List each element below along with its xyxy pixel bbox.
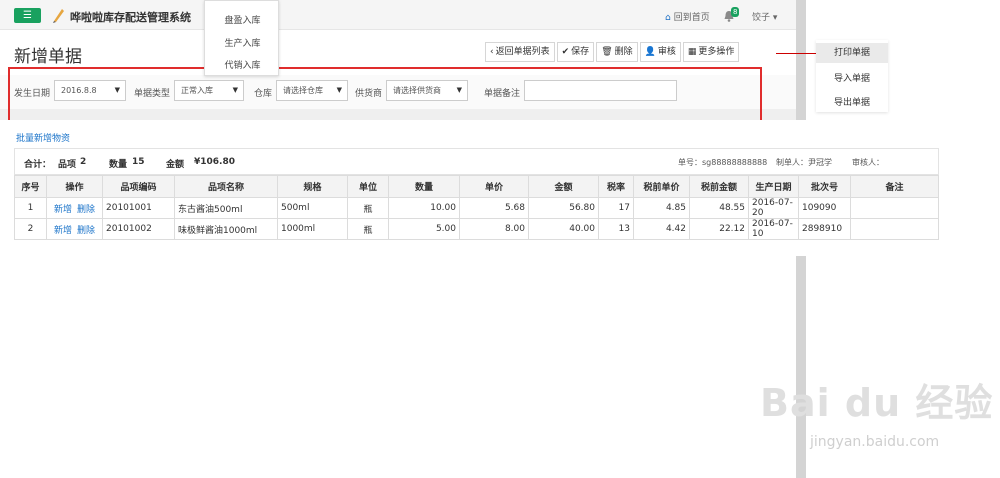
col-header: 数量 xyxy=(388,175,460,198)
cell-code: 20101002 xyxy=(102,218,175,240)
cell-batch[interactable]: 109090 xyxy=(798,197,851,219)
cell-actions: 新增 删除 xyxy=(46,218,103,240)
delete-button[interactable]: 🗑 删除 xyxy=(596,42,638,62)
cell-batch[interactable]: 2898910 xyxy=(798,218,851,240)
cell-actions: 新增 删除 xyxy=(46,197,103,219)
cell-pre-amount: 22.12 xyxy=(689,218,749,240)
cell-name: 味极鲜酱油1000ml xyxy=(174,218,278,240)
menu-item-print[interactable]: 打印单据 xyxy=(816,43,888,63)
qty-value: 15 xyxy=(132,157,145,167)
col-header: 批次号 xyxy=(798,175,851,198)
dropdown-item-surplus-in[interactable]: 盘盈入库 xyxy=(205,13,280,26)
grid-icon: ▦ xyxy=(687,47,697,57)
menu-toggle-button[interactable]: ☰ xyxy=(14,8,41,23)
cell-unit: 瓶 xyxy=(347,197,389,219)
col-header: 规格 xyxy=(277,175,348,198)
col-header: 品项名称 xyxy=(174,175,278,198)
qty-label: 数量 xyxy=(109,160,128,170)
cell-name: 东古酱油500ml xyxy=(174,197,278,219)
col-header: 单位 xyxy=(347,175,389,198)
more-actions-button[interactable]: ▦ 更多操作 xyxy=(682,42,740,62)
row-add-link[interactable]: 新增 xyxy=(54,205,72,215)
save-button[interactable]: ✔ 保存 xyxy=(556,42,595,62)
cell-note[interactable] xyxy=(850,218,939,240)
batch-add-link[interactable]: 批量新增物资 xyxy=(16,131,70,144)
col-header: 税率 xyxy=(598,175,634,198)
cell-code: 20101001 xyxy=(102,197,175,219)
annotation-connector-line xyxy=(776,53,816,54)
table-row: 1 新增 删除 20101001 东古酱油500ml 500ml 瓶 10.00 … xyxy=(14,197,939,219)
baidu-watermark: Bai du 经验 jingyan.baidu.com xyxy=(760,372,994,450)
cell-amount: 40.00 xyxy=(528,218,599,240)
col-header: 序号 xyxy=(14,175,47,198)
maker: 制单人：尹冠学 xyxy=(776,158,832,167)
col-header: 金额 xyxy=(528,175,599,198)
cell-note[interactable] xyxy=(850,197,939,219)
dropdown-item-production-in[interactable]: 生产入库 xyxy=(205,36,280,49)
items-value: 2 xyxy=(80,157,87,167)
top-navbar: ☰ 哗啦啦库存配送管理系统 ⌂ 回到首页 8 饺子 ▾ xyxy=(0,0,796,30)
table-row: 2 新增 删除 20101002 味极鲜酱油1000ml 1000ml 瓶 5.0… xyxy=(14,218,939,240)
chevron-left-icon: ‹ xyxy=(490,47,494,57)
dropdown-item-consignment-in[interactable]: 代销入库 xyxy=(205,58,280,71)
row-add-link[interactable]: 新增 xyxy=(54,226,72,236)
cell-pre-price: 4.42 xyxy=(633,218,690,240)
cell-amount: 56.80 xyxy=(528,197,599,219)
app-title: 哗啦啦库存配送管理系统 xyxy=(70,11,191,24)
col-header: 税前金额 xyxy=(689,175,749,198)
total-label: 合计： xyxy=(24,160,52,170)
items-table: 序号 操作 品项编码 品项名称 规格 单位 数量 单价 金额 税率 税前单价 税… xyxy=(14,175,939,240)
cell-qty[interactable]: 10.00 xyxy=(388,197,460,219)
watermark-logo-text: Bai du 经验 xyxy=(760,381,994,425)
home-link[interactable]: ⌂ 回到首页 xyxy=(665,10,710,23)
watermark-url: jingyan.baidu.com xyxy=(810,434,940,450)
row-delete-link[interactable]: 删除 xyxy=(77,205,95,215)
cell-pre-price: 4.85 xyxy=(633,197,690,219)
action-toolbar: ‹ 返回单据列表 ✔ 保存 🗑 删除 👤 审核 ▦ 更多操作 xyxy=(485,42,740,62)
cell-no: 1 xyxy=(14,197,47,219)
col-header: 税前单价 xyxy=(633,175,690,198)
cell-price[interactable]: 5.68 xyxy=(459,197,529,219)
cell-qty[interactable]: 5.00 xyxy=(388,218,460,240)
page-title: 新增单据 xyxy=(14,47,82,67)
stock-in-dropdown: 盘盈入库 生产入库 代销入库 xyxy=(204,0,279,76)
cell-date[interactable]: 2016-07-10 xyxy=(748,218,799,240)
back-to-list-button[interactable]: ‹ 返回单据列表 xyxy=(485,42,555,62)
cell-date[interactable]: 2016-07-20 xyxy=(748,197,799,219)
check-icon: ✔ xyxy=(561,47,570,57)
notification-badge: 8 xyxy=(731,7,740,17)
cell-spec: 1000ml xyxy=(277,218,348,240)
cell-no: 2 xyxy=(14,218,47,240)
items-label: 品项 xyxy=(58,160,77,170)
row-delete-link[interactable]: 删除 xyxy=(77,226,95,236)
audit-button[interactable]: 👤 审核 xyxy=(639,42,681,62)
cell-tax: 17 xyxy=(598,197,634,219)
table-header-row: 序号 操作 品项编码 品项名称 规格 单位 数量 单价 金额 税率 税前单价 税… xyxy=(14,175,939,198)
user-icon: 👤 xyxy=(644,47,656,57)
doc-number: 单号：sg88888888888 xyxy=(678,158,768,167)
amount-label: 金额 xyxy=(166,160,185,170)
col-header: 生产日期 xyxy=(748,175,799,198)
col-header: 备注 xyxy=(850,175,939,198)
cell-unit: 瓶 xyxy=(347,218,389,240)
menu-item-export[interactable]: 导出单据 xyxy=(816,95,888,108)
more-actions-menu: 打印单据 导入单据 导出单据 xyxy=(816,40,888,112)
amount-value: ¥106.80 xyxy=(194,157,235,167)
cell-price[interactable]: 8.00 xyxy=(459,218,529,240)
trash-icon: 🗑 xyxy=(601,47,613,57)
cell-spec: 500ml xyxy=(277,197,348,219)
page: ☰ 哗啦啦库存配送管理系统 ⌂ 回到首页 8 饺子 ▾ 新增单据 ‹ 返回单据列表 … xyxy=(0,0,1000,478)
home-icon: ⌂ xyxy=(665,13,671,23)
col-header: 单价 xyxy=(459,175,529,198)
cell-pre-amount: 48.55 xyxy=(689,197,749,219)
col-header: 品项编码 xyxy=(102,175,175,198)
auditor: 审核人： xyxy=(852,158,884,167)
logo-icon xyxy=(53,9,64,23)
col-header: 操作 xyxy=(46,175,103,198)
cell-tax: 13 xyxy=(598,218,634,240)
user-menu[interactable]: 饺子 ▾ xyxy=(752,10,777,23)
menu-item-import[interactable]: 导入单据 xyxy=(816,71,888,84)
